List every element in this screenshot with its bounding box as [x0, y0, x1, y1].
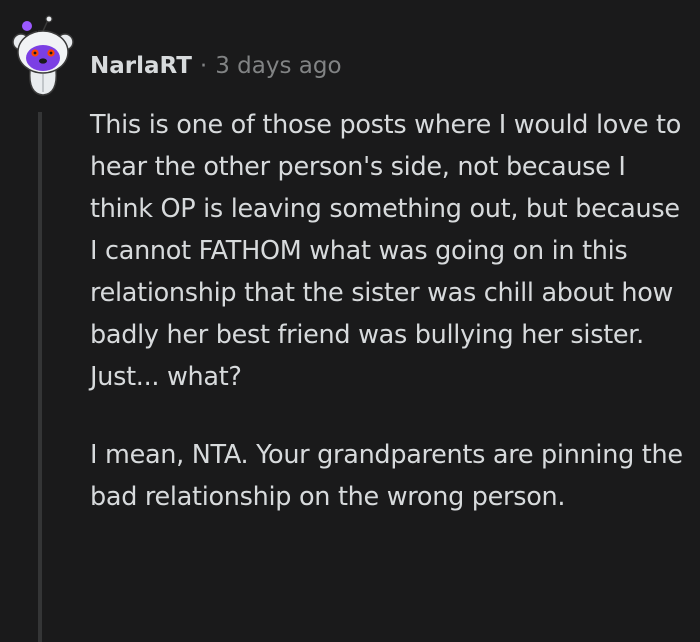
- comment: NarlaRT · 3 days ago This is one of thos…: [0, 0, 700, 642]
- comment-body: This is one of those posts where I would…: [90, 104, 690, 518]
- thread-collapse-line[interactable]: [38, 112, 42, 642]
- comment-paragraph: I mean, NTA. Your grandparents are pinni…: [90, 440, 683, 512]
- snoo-avatar-icon: [12, 15, 74, 96]
- user-avatar[interactable]: [8, 12, 78, 96]
- comment-timestamp[interactable]: 3 days ago: [215, 53, 341, 79]
- username-link[interactable]: NarlaRT: [90, 53, 192, 79]
- comment-paragraph: This is one of those posts where I would…: [90, 110, 682, 392]
- meta-separator: ·: [199, 53, 208, 79]
- comment-header: NarlaRT · 3 days ago: [90, 46, 342, 86]
